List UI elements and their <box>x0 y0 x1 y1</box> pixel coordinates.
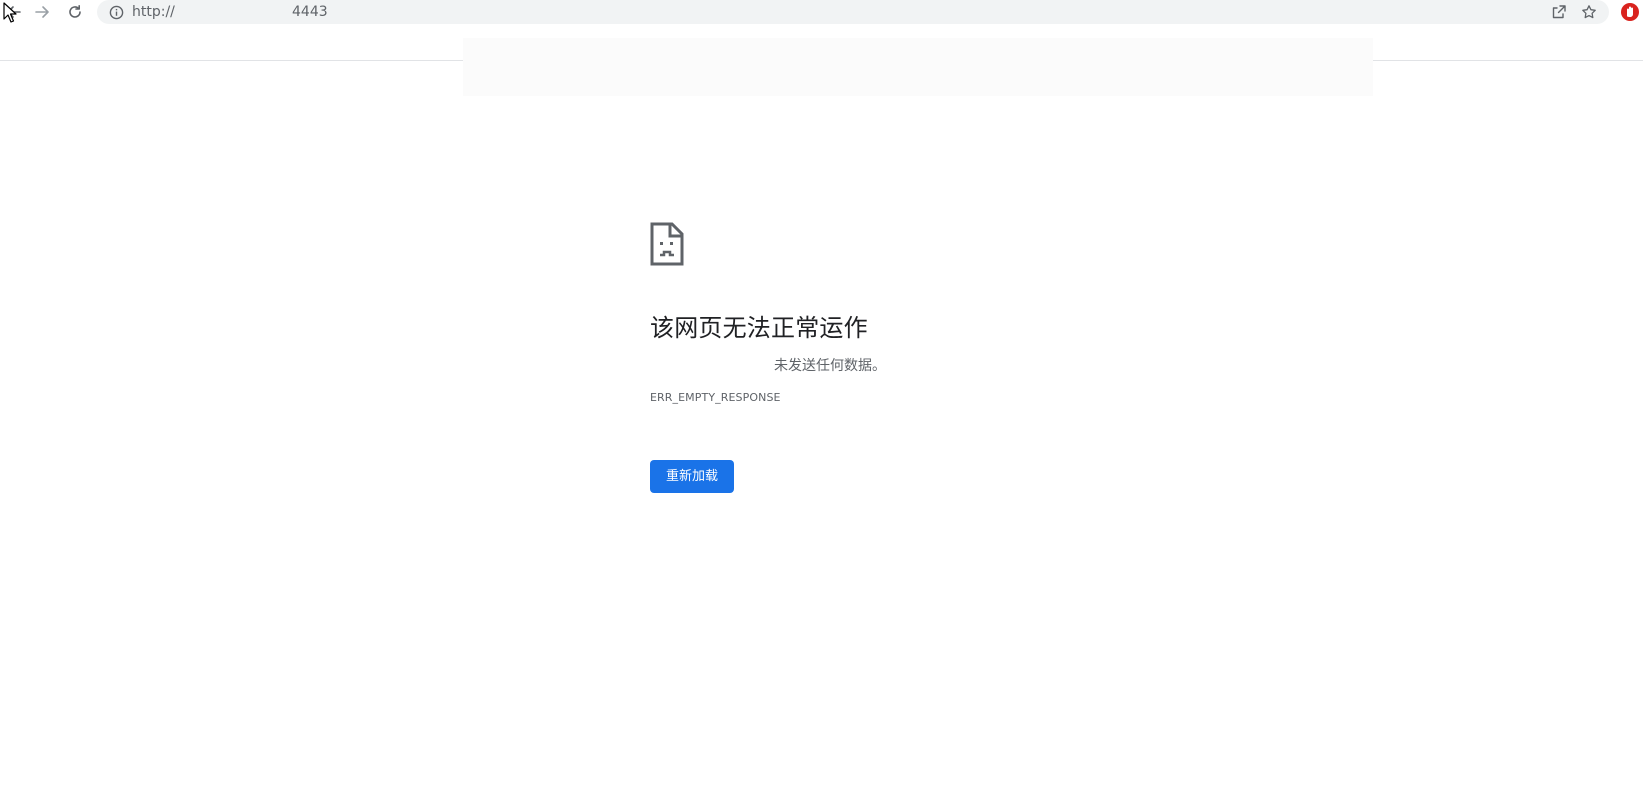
error-container: 该网页无法正常运作 未发送任何数据。 ERR_EMPTY_RESPONSE 重新… <box>650 222 1250 493</box>
error-title: 该网页无法正常运作 <box>650 314 868 342</box>
address-bar[interactable]: http:// 4443 <box>97 0 1609 24</box>
reload-button[interactable]: 重新加载 <box>650 460 734 493</box>
share-button[interactable] <box>1549 3 1569 21</box>
error-code: ERR_EMPTY_RESPONSE <box>650 391 781 404</box>
faded-panel <box>463 38 1373 96</box>
reload-toolbar-button[interactable] <box>61 0 89 24</box>
site-info-button[interactable] <box>107 3 125 21</box>
sad-page-icon <box>650 222 684 266</box>
mouse-cursor-icon <box>3 2 17 23</box>
extension-button[interactable] <box>1619 1 1641 23</box>
error-description: 未发送任何数据。 <box>774 358 886 374</box>
url-scheme-text: http:// <box>132 4 175 20</box>
info-icon <box>109 5 123 19</box>
browser-toolbar: http:// 4443 <box>0 0 1643 30</box>
forward-arrow-icon <box>35 6 49 18</box>
star-icon <box>1582 5 1596 19</box>
adblock-icon <box>1621 3 1639 21</box>
share-icon <box>1552 5 1566 19</box>
url-port-text: 4443 <box>292 4 328 20</box>
bookmark-button[interactable] <box>1579 3 1599 21</box>
forward-button[interactable] <box>28 0 56 24</box>
reload-icon <box>69 5 81 18</box>
